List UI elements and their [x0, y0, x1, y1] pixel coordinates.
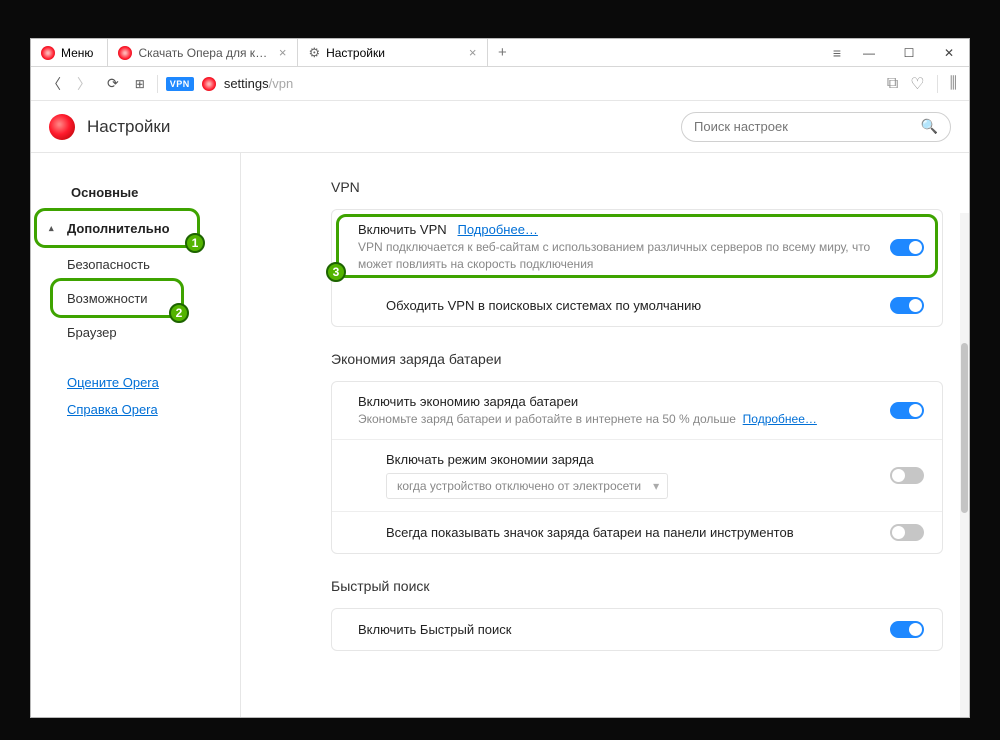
easy-setup-button[interactable]: ≡: [825, 39, 849, 67]
search-input[interactable]: [694, 119, 921, 134]
search-icon: 🔍: [921, 118, 938, 135]
battery-enable-row: Включить экономию заряда батареи Экономь…: [332, 382, 942, 440]
vpn-badge[interactable]: VPN: [166, 77, 194, 91]
speed-dial-button[interactable]: ⊞: [131, 73, 149, 95]
opera-icon: [118, 46, 132, 60]
section-title-vpn: VPN: [331, 179, 943, 195]
browser-window: Меню Скачать Опера для ком... × ⚙ Настро…: [30, 38, 970, 718]
vpn-learn-more-link[interactable]: Подробнее…: [458, 222, 538, 237]
battery-mode-dropdown[interactable]: когда устройство отключено от электросет…: [386, 473, 668, 499]
page-title: Настройки: [87, 117, 170, 137]
url-text[interactable]: settings/vpn: [224, 76, 293, 91]
heart-icon[interactable]: ♡: [910, 74, 924, 94]
vpn-bypass-toggle[interactable]: [890, 297, 924, 314]
divider: [157, 75, 158, 93]
annotation-badge-2: 2: [169, 303, 189, 323]
settings-search[interactable]: 🔍: [681, 112, 951, 142]
quick-search-row: Включить Быстрый поиск: [332, 609, 942, 650]
vertical-scrollbar[interactable]: [960, 213, 969, 717]
tab-label: Настройки: [326, 46, 460, 60]
close-window-button[interactable]: ✕: [929, 46, 969, 60]
tab-settings[interactable]: ⚙ Настройки ×: [298, 39, 488, 66]
row-text: Включить VPN Подробнее… VPN подключается…: [358, 222, 876, 273]
row-text: Включить экономию заряда батареи Экономь…: [358, 394, 876, 428]
section-title-quick-search: Быстрый поиск: [331, 578, 943, 594]
quick-search-toggle[interactable]: [890, 621, 924, 638]
vpn-card: Включить VPN Подробнее… VPN подключается…: [331, 209, 943, 327]
scrollbar-thumb[interactable]: [961, 343, 968, 513]
row-text: Обходить VPN в поисковых системах по умо…: [386, 298, 876, 313]
sidebar-item-browser[interactable]: Браузер: [31, 315, 240, 349]
battery-icon-toggle[interactable]: [890, 524, 924, 541]
sidebar: Основные ▴ Дополнительно 1 Безопасность …: [31, 153, 241, 717]
battery-icon-row: Всегда показывать значок заряда батареи …: [332, 511, 942, 553]
chevron-up-icon: ▴: [49, 223, 59, 234]
maximize-button[interactable]: ☐: [889, 46, 929, 60]
tab-label: Скачать Опера для ком...: [138, 46, 269, 60]
battery-enable-label: Включить экономию заряда батареи: [358, 394, 578, 409]
vpn-enable-label: Включить VPN: [358, 222, 447, 237]
new-tab-button[interactable]: +: [488, 44, 516, 61]
battery-learn-more-link[interactable]: Подробнее…: [743, 412, 817, 426]
battery-enable-description: Экономьте заряд батареи и работайте в ин…: [358, 411, 876, 428]
battery-card: Включить экономию заряда батареи Экономь…: [331, 381, 943, 555]
row-text: Всегда показывать значок заряда батареи …: [386, 525, 876, 540]
close-icon[interactable]: ×: [466, 45, 480, 60]
battery-mode-label: Включать режим экономии заряда: [386, 452, 594, 467]
sidebar-item-label: Браузер: [67, 325, 117, 340]
annotation-badge-1: 1: [185, 233, 205, 253]
address-bar-right: ⧉ ♡ ⫼: [887, 74, 957, 94]
sidebar-item-label: Возможности: [67, 291, 148, 306]
vpn-enable-row: Включить VPN Подробнее… VPN подключается…: [332, 210, 942, 285]
sidebar-item-basic[interactable]: Основные: [31, 175, 240, 209]
opera-logo: [49, 114, 75, 140]
sidebar-item-label: Дополнительно: [67, 221, 170, 236]
sidebar-item-advanced[interactable]: ▴ Дополнительно: [37, 211, 197, 245]
forward-button[interactable]: 〉: [73, 70, 95, 98]
vpn-bypass-row: Обходить VPN в поисковых системах по умо…: [332, 285, 942, 326]
battery-mode-row: Включать режим экономии заряда когда уст…: [332, 439, 942, 511]
tab-strip: Меню Скачать Опера для ком... × ⚙ Настро…: [31, 39, 969, 67]
snapshot-icon[interactable]: ⧉: [887, 75, 898, 93]
opera-icon: [202, 77, 216, 91]
settings-content: VPN Включить VPN Подробнее… VPN подключа…: [241, 153, 969, 717]
sidebar-setup-icon[interactable]: ⫼: [950, 75, 957, 93]
back-button[interactable]: 〈: [43, 70, 65, 98]
close-icon[interactable]: ×: [276, 45, 290, 60]
address-bar: 〈 〉 ⟳ ⊞ VPN settings/vpn ⧉ ♡ ⫼: [31, 67, 969, 101]
quick-search-card: Включить Быстрый поиск: [331, 608, 943, 651]
section-title-battery: Экономия заряда батареи: [331, 351, 943, 367]
gear-icon: ⚙: [308, 45, 320, 61]
battery-enable-toggle[interactable]: [890, 402, 924, 419]
sidebar-item-security[interactable]: Безопасность: [31, 247, 240, 281]
sidebar-item-label: Безопасность: [67, 257, 150, 272]
vpn-enable-description: VPN подключается к веб-сайтам с использо…: [358, 239, 876, 273]
annotation-badge-3: 3: [326, 262, 346, 282]
vpn-enable-toggle[interactable]: [890, 239, 924, 256]
menu-label: Меню: [61, 46, 93, 60]
settings-header: Настройки 🔍: [31, 101, 969, 153]
sidebar-link-help[interactable]: Справка Opera: [31, 396, 240, 423]
reload-button[interactable]: ⟳: [103, 71, 123, 96]
sidebar-link-rate[interactable]: Оцените Opera: [31, 369, 240, 396]
battery-mode-toggle[interactable]: [890, 467, 924, 484]
minimize-button[interactable]: —: [849, 46, 889, 60]
window-controls: — ☐ ✕: [849, 39, 969, 67]
row-text: Включать режим экономии заряда когда уст…: [386, 452, 876, 499]
row-text: Включить Быстрый поиск: [358, 622, 876, 637]
tab-download-opera[interactable]: Скачать Опера для ком... ×: [108, 39, 298, 66]
menu-button[interactable]: Меню: [31, 39, 108, 66]
settings-body: Основные ▴ Дополнительно 1 Безопасность …: [31, 153, 969, 717]
sidebar-item-features[interactable]: Возможности: [53, 281, 181, 315]
sidebar-item-label: Основные: [71, 185, 138, 200]
opera-icon: [41, 46, 55, 60]
divider: [937, 75, 938, 93]
